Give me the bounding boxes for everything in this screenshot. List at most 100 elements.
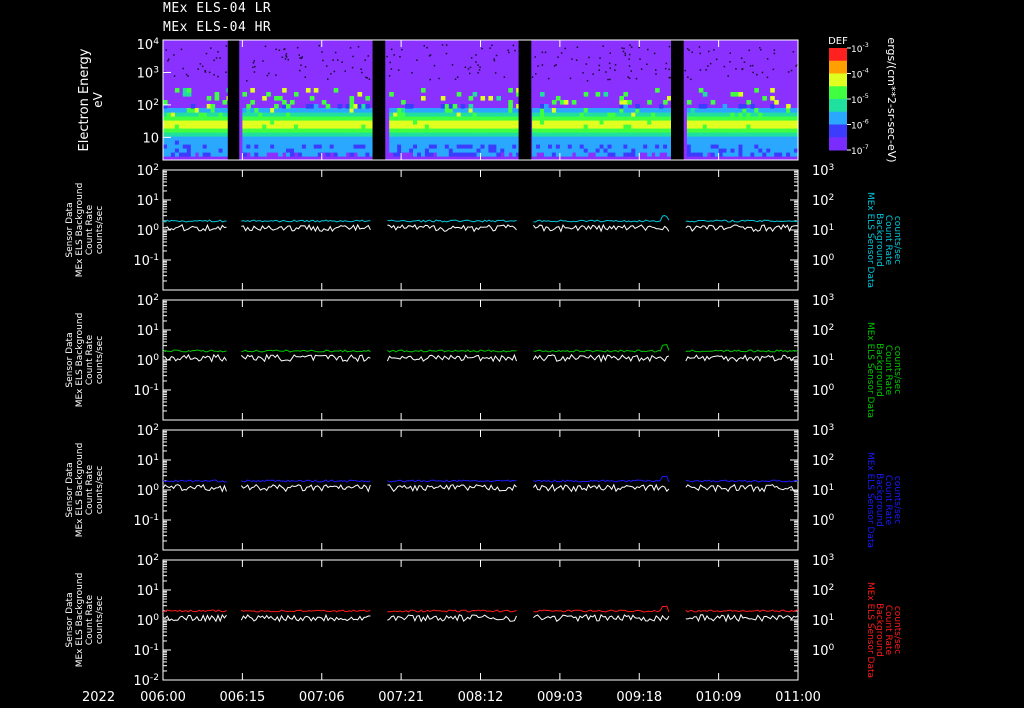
spectrogram-cell	[468, 116, 474, 121]
spectrogram-cell	[480, 112, 486, 117]
spectrogram-speckle	[275, 48, 277, 51]
spectrogram-speckle	[751, 64, 754, 67]
spectrogram-cell	[551, 148, 557, 153]
spectrogram-cell	[690, 108, 696, 113]
spectrogram-cell	[488, 132, 493, 137]
spectrogram-cell	[627, 124, 632, 129]
spectrogram-cell	[786, 152, 791, 157]
spectrogram-cell	[492, 140, 497, 145]
spectrogram-cell	[409, 104, 414, 109]
spectrogram-cell	[619, 120, 624, 125]
spectrogram-cell	[246, 116, 251, 121]
spectrogram-cell	[603, 140, 609, 145]
spectrogram-cell	[532, 124, 537, 129]
spectrogram-cell	[786, 148, 791, 153]
spectrogram-cell	[182, 140, 188, 145]
spectrogram-speckle	[684, 69, 686, 72]
series-line-sensor-data	[533, 605, 670, 613]
spectrogram-cell	[198, 128, 204, 133]
spectrogram-speckle	[640, 68, 643, 70]
spectrogram-cell	[417, 120, 422, 125]
spectrogram-cell	[170, 128, 176, 133]
spectrogram-cell	[532, 112, 537, 117]
spectrogram-speckle	[268, 72, 270, 75]
spectrogram-cell	[365, 120, 370, 125]
spectrogram-cell	[635, 116, 640, 121]
spectrogram-cell	[301, 128, 307, 133]
spectrogram-cell	[698, 116, 704, 121]
spectrogram-speckle	[390, 68, 393, 70]
spectrogram-cell	[603, 148, 609, 153]
spectrogram-cell	[583, 116, 589, 121]
spectrogram-cell	[464, 148, 470, 153]
spectrogram-cell	[174, 108, 180, 113]
spectrogram-cell	[742, 124, 747, 129]
spectrogram-cell	[770, 128, 775, 133]
spectrogram-speckle	[426, 46, 428, 49]
spectrogram-cell	[571, 100, 577, 105]
spectrogram-cell	[242, 152, 247, 157]
spectrogram-speckle	[299, 69, 301, 72]
spectrogram-cell	[786, 120, 791, 125]
spectrogram-cell	[456, 132, 462, 137]
right-axis-label-line: counts/sec	[892, 346, 902, 394]
spectrogram-cell	[290, 140, 295, 145]
spectrogram-speckle	[646, 63, 648, 65]
spectrogram-cell	[389, 124, 394, 129]
spectrogram-cell	[544, 120, 549, 125]
spectrogram-cell	[532, 136, 537, 141]
spectrogram-cell	[619, 132, 624, 137]
spectrogram-cell	[698, 144, 704, 149]
spectrogram-speckle	[337, 59, 339, 61]
spectrogram-cell	[317, 124, 323, 129]
spectrogram-cell	[544, 116, 549, 121]
spectrogram-cell	[583, 128, 589, 133]
spectrogram-cell	[452, 152, 458, 157]
spectrogram-cell	[353, 148, 359, 153]
spectrogram-cell	[563, 152, 569, 157]
spectrogram-cell	[551, 112, 557, 117]
spectrogram-cell	[182, 152, 188, 157]
spectrogram-cell	[706, 108, 712, 113]
y-axis-label-line: Sensor Data	[65, 462, 75, 517]
spectrogram-cell	[607, 120, 613, 125]
spectrogram-cell	[508, 136, 513, 141]
y-axis-label-line: MEx ELS Background	[75, 573, 85, 668]
spectrogram-speckle	[655, 73, 657, 75]
spectrogram-cell	[595, 144, 601, 149]
y-axis-label-line: MEx ELS Background	[75, 443, 85, 538]
spectrogram-speckle	[298, 54, 300, 56]
spectrogram-cell	[730, 128, 736, 133]
spectrogram-cell	[631, 128, 636, 133]
colorbar-segment	[829, 124, 847, 138]
spectrogram-cell	[492, 124, 497, 129]
spectrogram-speckle	[623, 47, 625, 50]
spectrogram-speckle	[300, 57, 303, 59]
series-line-sensor-data	[387, 219, 517, 223]
spectrogram-speckle	[508, 51, 510, 54]
spectrogram-cell	[603, 144, 609, 149]
spectrogram-cell	[353, 120, 359, 125]
spectrogram-cell	[309, 104, 315, 109]
spectrogram-cell	[631, 140, 636, 145]
spectrogram-cell	[186, 128, 192, 133]
spectrogram-cell	[413, 124, 418, 129]
spectrogram-cell	[786, 116, 791, 121]
spectrogram-cell	[452, 148, 458, 153]
spectrogram-cell	[508, 108, 513, 113]
spectrogram-cell	[290, 108, 295, 113]
spectrogram-cell	[464, 124, 470, 129]
spectrogram-cell	[746, 152, 751, 157]
x-tick-label: 008:12	[458, 690, 504, 705]
y-right-tick-label-top: 103	[812, 553, 835, 569]
spectrogram-cell	[567, 148, 573, 153]
spectrogram-cell	[170, 112, 176, 117]
spectrogram-cell	[591, 120, 597, 125]
spectrogram-cell	[309, 120, 315, 125]
spectrogram-cell	[401, 128, 406, 133]
spectrogram-speckle	[691, 51, 693, 53]
spectrogram-cell	[706, 136, 712, 141]
spectrogram-cell	[440, 120, 446, 125]
spectrogram-cell	[337, 140, 343, 145]
spectrogram-cell	[754, 108, 759, 113]
